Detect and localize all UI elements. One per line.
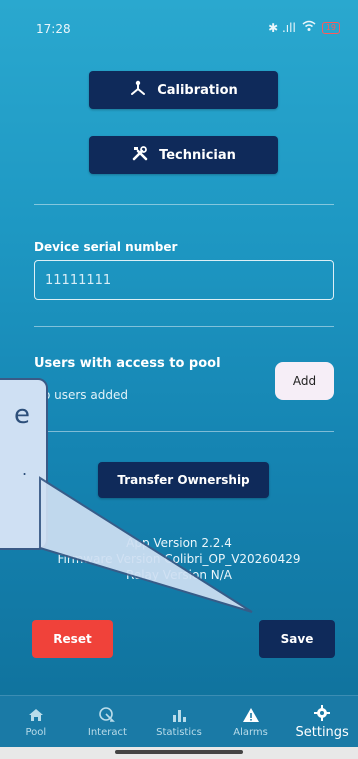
users-empty-text: No users added	[34, 388, 128, 402]
divider	[34, 204, 334, 205]
calibration-icon	[129, 79, 147, 101]
nav-label: Interact	[87, 727, 127, 738]
nav-label: Statistics	[156, 727, 202, 738]
nav-label: Alarms	[233, 727, 268, 738]
serial-number-value: 11111111	[45, 272, 112, 288]
status-time: 17:28	[36, 22, 71, 36]
signal-icon: ✱ .ıll	[268, 20, 296, 35]
calibration-label: Calibration	[157, 82, 238, 98]
interact-icon	[99, 707, 116, 722]
app-version: App Version 2.2.4	[126, 536, 232, 550]
relay-version: Relay Version N/A	[126, 568, 232, 582]
nav-item-alarms[interactable]: Alarms	[219, 706, 283, 738]
status-icons: ✱ .ıll 19	[268, 20, 340, 35]
nav-label: Settings	[295, 725, 349, 740]
save-button[interactable]: Save	[259, 620, 335, 658]
home-bar[interactable]	[115, 750, 243, 754]
status-bar: 17:28 ✱ .ıll 19	[0, 0, 358, 40]
version-info: App Version 2.2.4 Firmware Version Colib…	[0, 535, 358, 583]
calibration-button[interactable]: Calibration	[89, 71, 278, 109]
serial-label: Device serial number	[34, 240, 178, 254]
tools-icon	[131, 144, 149, 166]
nav-item-pool[interactable]: Pool	[4, 706, 68, 738]
divider	[34, 431, 334, 432]
alarm-icon	[242, 708, 259, 722]
nav-item-interact[interactable]: Interact	[75, 706, 139, 738]
callout-text: .	[22, 460, 28, 479]
divider	[34, 326, 334, 327]
settings-screen: 17:28 ✱ .ıll 19 Calibration Technician D…	[0, 0, 358, 759]
bottom-nav: Pool Interact Statistics Alarms Settings	[0, 695, 358, 748]
wifi-icon	[302, 20, 316, 35]
nav-item-settings[interactable]: Settings	[290, 704, 354, 740]
transfer-ownership-button[interactable]: Transfer Ownership	[98, 462, 269, 498]
serial-number-field[interactable]: 11111111	[34, 260, 334, 300]
statistics-icon	[172, 710, 186, 722]
callout-text: e	[14, 400, 30, 430]
add-user-button[interactable]: Add	[275, 362, 334, 400]
firmware-version: Firmware Version Colibri_OP_V20260429	[57, 552, 301, 566]
reset-button[interactable]: Reset	[32, 620, 113, 658]
users-label: Users with access to pool	[34, 356, 221, 371]
nav-item-statistics[interactable]: Statistics	[147, 706, 211, 738]
technician-label: Technician	[159, 147, 236, 163]
battery-icon: 19	[321, 21, 340, 34]
callout-annotation: e .	[0, 378, 48, 550]
home-icon	[28, 709, 43, 721]
nav-label: Pool	[25, 727, 47, 738]
technician-button[interactable]: Technician	[89, 136, 278, 174]
gear-icon	[314, 705, 331, 721]
